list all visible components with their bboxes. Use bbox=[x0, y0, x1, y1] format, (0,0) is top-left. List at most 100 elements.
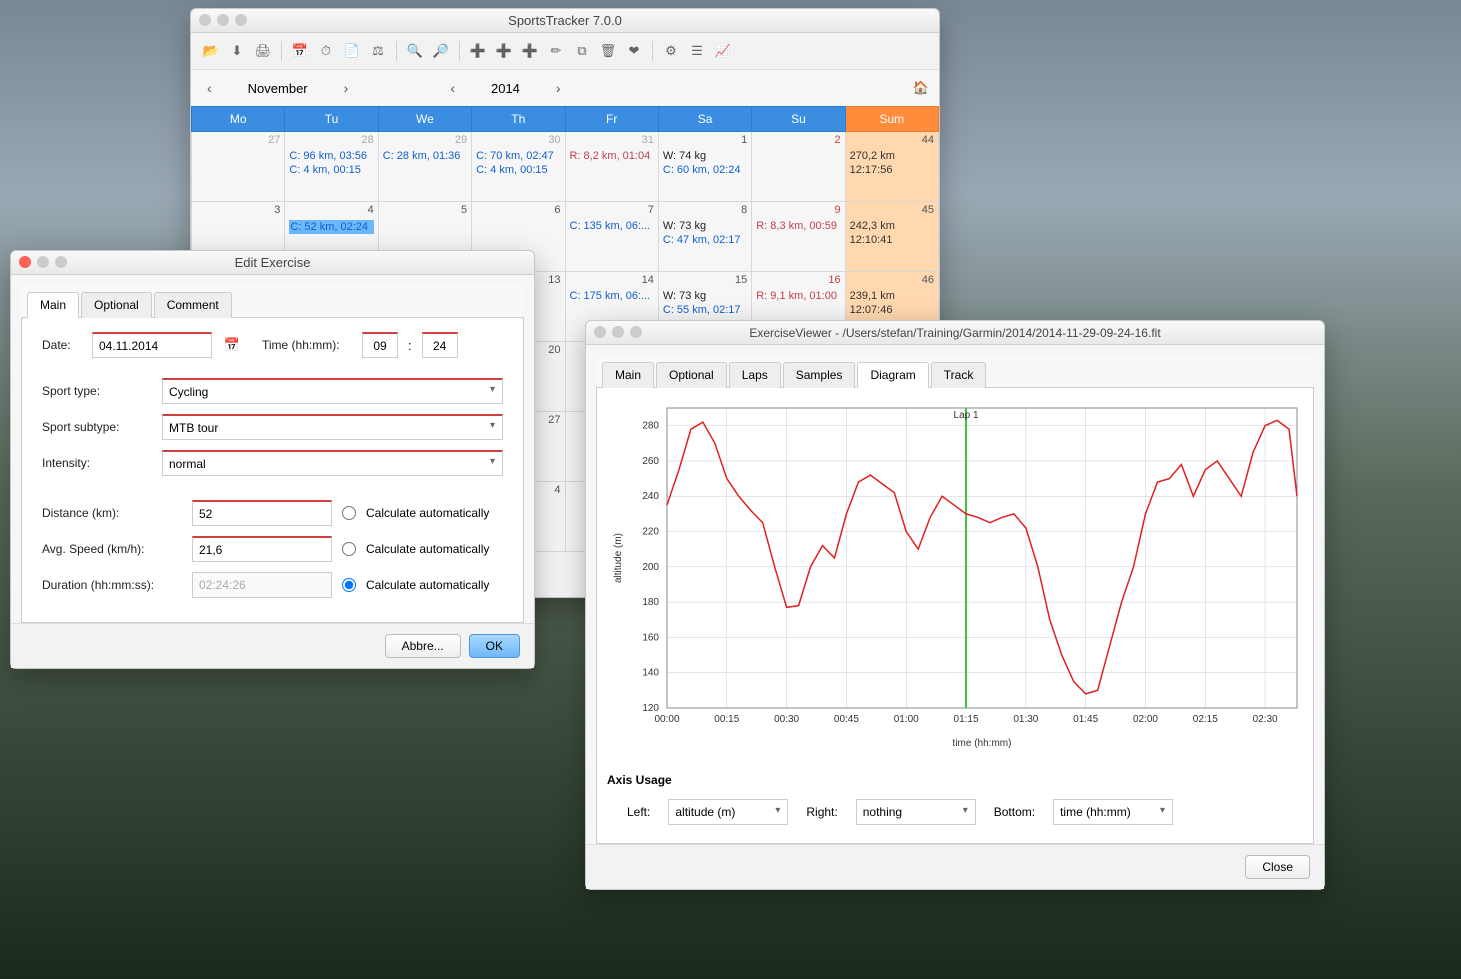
save-icon[interactable]: ⬇ bbox=[225, 39, 249, 63]
calc-duration-radio[interactable] bbox=[342, 578, 356, 592]
svg-text:02:00: 02:00 bbox=[1133, 714, 1158, 725]
left-axis-select[interactable] bbox=[668, 799, 788, 825]
calendar-cell[interactable]: 30C: 70 km, 02:47C: 4 km, 00:15 bbox=[472, 132, 565, 202]
delete-icon[interactable]: 🗑 bbox=[596, 39, 620, 63]
calendar-cell[interactable]: 27 bbox=[192, 132, 285, 202]
time-hour-field[interactable] bbox=[362, 332, 398, 358]
sport-type-select[interactable] bbox=[162, 378, 503, 404]
tab-comment[interactable]: Comment bbox=[154, 292, 232, 318]
label-bottom-axis: Bottom: bbox=[994, 805, 1035, 819]
axis-heading: Axis Usage bbox=[607, 773, 1303, 787]
stopwatch-icon[interactable]: ⏱ bbox=[314, 39, 338, 63]
label-left-axis: Left: bbox=[627, 805, 650, 819]
svg-text:140: 140 bbox=[642, 668, 659, 679]
prev-month-icon[interactable]: ‹ bbox=[201, 78, 218, 98]
svg-text:02:30: 02:30 bbox=[1253, 714, 1278, 725]
weight-icon[interactable]: ⚖ bbox=[366, 39, 390, 63]
edit-close-icon[interactable] bbox=[19, 256, 31, 268]
label-right-axis: Right: bbox=[806, 805, 837, 819]
filter-icon[interactable]: ☰ bbox=[685, 39, 709, 63]
calendar-cell[interactable]: 8W: 73 kgC: 47 km, 02:17 bbox=[658, 202, 751, 272]
tab-optional[interactable]: Optional bbox=[81, 292, 152, 318]
calendar-cell[interactable]: 7C: 135 km, 06:... bbox=[565, 202, 658, 272]
traffic-max[interactable] bbox=[235, 14, 247, 26]
heart-icon[interactable]: ❤ bbox=[622, 39, 646, 63]
calc-distance-radio[interactable] bbox=[342, 506, 356, 520]
copy-icon[interactable]: ⧉ bbox=[570, 39, 594, 63]
note-icon[interactable]: 📄 bbox=[340, 39, 364, 63]
svg-text:120: 120 bbox=[642, 703, 659, 714]
edit-max-icon[interactable] bbox=[55, 256, 67, 268]
svg-text:160: 160 bbox=[642, 632, 659, 643]
right-axis-select[interactable] bbox=[856, 799, 976, 825]
viewer-max-icon[interactable] bbox=[630, 326, 642, 338]
main-toolbar: 📂 ⬇ 🖨 📅 ⏱ 📄 ⚖ 🔍 🔎 ➕ ➕ ➕ ✏ ⧉ 🗑 ❤ ⚙ ☰ 📈 bbox=[191, 33, 939, 70]
close-button[interactable]: Close bbox=[1245, 855, 1310, 879]
calendar-icon[interactable]: 📅 bbox=[288, 39, 312, 63]
month-label: November bbox=[248, 81, 308, 96]
label-sport-type: Sport type: bbox=[42, 384, 152, 398]
next-month-icon[interactable]: › bbox=[338, 78, 355, 98]
vtab-samples[interactable]: Samples bbox=[783, 362, 856, 388]
settings-icon[interactable]: ⚙ bbox=[659, 39, 683, 63]
calendar-cell[interactable]: 28C: 96 km, 03:56C: 4 km, 00:15 bbox=[285, 132, 378, 202]
zoom-in-icon[interactable]: 🔍 bbox=[403, 39, 427, 63]
traffic-min[interactable] bbox=[217, 14, 229, 26]
year-label: 2014 bbox=[491, 81, 520, 96]
viewer-close-icon[interactable] bbox=[594, 326, 606, 338]
svg-text:02:15: 02:15 bbox=[1193, 714, 1218, 725]
vtab-track[interactable]: Track bbox=[931, 362, 987, 388]
prev-year-icon[interactable]: ‹ bbox=[444, 78, 461, 98]
svg-text:01:30: 01:30 bbox=[1013, 714, 1038, 725]
svg-text:180: 180 bbox=[642, 597, 659, 608]
open-icon[interactable]: 📂 bbox=[199, 39, 223, 63]
ok-button[interactable]: OK bbox=[469, 634, 520, 658]
svg-text:240: 240 bbox=[642, 491, 659, 502]
vtab-main[interactable]: Main bbox=[602, 362, 654, 388]
abort-button[interactable]: Abbre... bbox=[385, 634, 461, 658]
add-weight-icon[interactable]: ➕ bbox=[518, 39, 542, 63]
intensity-select[interactable] bbox=[162, 450, 503, 476]
label-distance: Distance (km): bbox=[42, 506, 182, 520]
svg-text:altitude (m): altitude (m) bbox=[613, 533, 624, 583]
calendar-picker-icon[interactable]: 📅 bbox=[222, 337, 242, 353]
add-exercise-icon[interactable]: ➕ bbox=[466, 39, 490, 63]
tab-main[interactable]: Main bbox=[27, 292, 79, 318]
calendar-cell[interactable]: 9R: 8,3 km, 00:59 bbox=[752, 202, 845, 272]
viewer-min-icon[interactable] bbox=[612, 326, 624, 338]
calendar-cell[interactable]: 1W: 74 kgC: 60 km, 02:24 bbox=[658, 132, 751, 202]
vtab-optional[interactable]: Optional bbox=[656, 362, 727, 388]
zoom-out-icon[interactable]: 🔎 bbox=[429, 39, 453, 63]
duration-field[interactable] bbox=[192, 572, 332, 598]
svg-text:00:45: 00:45 bbox=[834, 714, 859, 725]
edit-min-icon[interactable] bbox=[37, 256, 49, 268]
next-year-icon[interactable]: › bbox=[550, 78, 567, 98]
calc-speed-label: Calculate automatically bbox=[366, 542, 489, 556]
calc-duration-label: Calculate automatically bbox=[366, 578, 489, 592]
sport-subtype-select[interactable] bbox=[162, 414, 503, 440]
traffic-close[interactable] bbox=[199, 14, 211, 26]
add-note-icon[interactable]: ➕ bbox=[492, 39, 516, 63]
vtab-laps[interactable]: Laps bbox=[729, 362, 781, 388]
calendar-cell[interactable]: 2 bbox=[752, 132, 845, 202]
altitude-chart: 12014016018020022024026028000:0000:1500:… bbox=[607, 398, 1307, 758]
viewer-window: ExerciseViewer - /Users/stefan/Training/… bbox=[585, 320, 1325, 890]
print-icon[interactable]: 🖨 bbox=[251, 39, 275, 63]
avg-speed-field[interactable] bbox=[192, 536, 332, 562]
edit-icon[interactable]: ✏ bbox=[544, 39, 568, 63]
calendar-cell[interactable]: 29C: 28 km, 01:36 bbox=[378, 132, 471, 202]
home-icon[interactable]: 🏠 bbox=[913, 80, 929, 96]
vtab-diagram[interactable]: Diagram bbox=[857, 362, 928, 388]
stats-icon[interactable]: 📈 bbox=[711, 39, 735, 63]
edit-tabs: Main Optional Comment bbox=[21, 285, 524, 318]
calendar-cell[interactable]: 31R: 8,2 km, 01:04 bbox=[565, 132, 658, 202]
edit-title: Edit Exercise bbox=[235, 255, 311, 270]
svg-text:01:15: 01:15 bbox=[954, 714, 979, 725]
label-time: Time (hh:mm): bbox=[262, 338, 352, 352]
distance-field[interactable] bbox=[192, 500, 332, 526]
bottom-axis-select[interactable] bbox=[1053, 799, 1173, 825]
svg-text:00:30: 00:30 bbox=[774, 714, 799, 725]
time-min-field[interactable] bbox=[422, 332, 458, 358]
date-field[interactable] bbox=[92, 332, 212, 358]
calc-speed-radio[interactable] bbox=[342, 542, 356, 556]
